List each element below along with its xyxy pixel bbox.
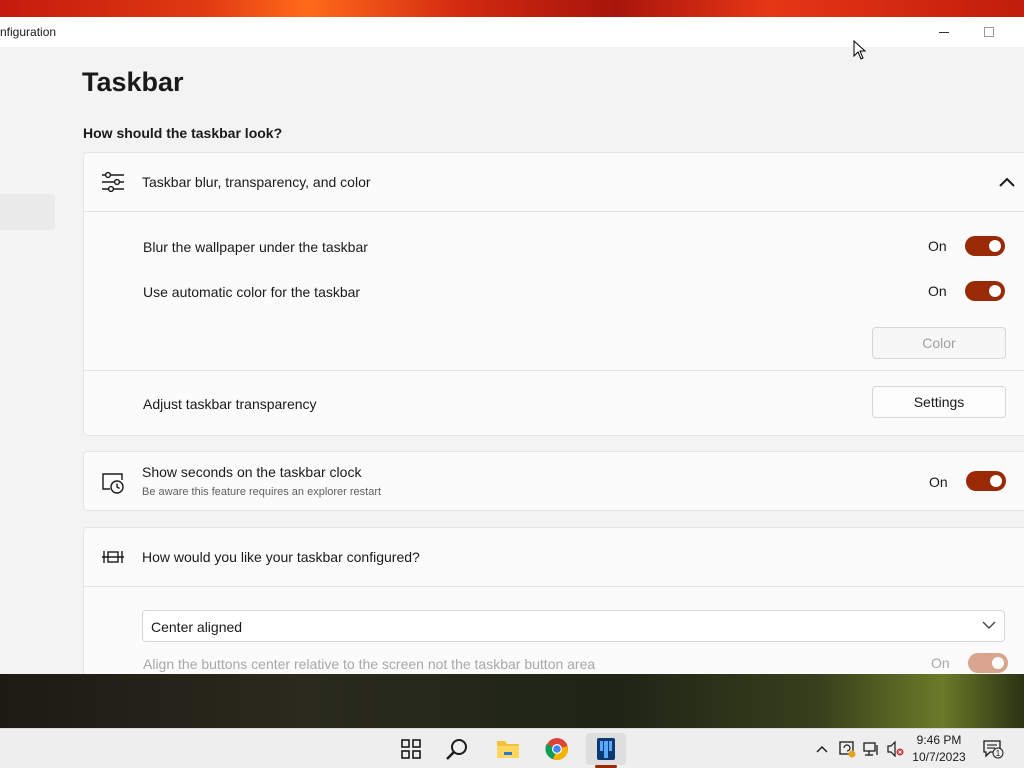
windows-taskbar: 9:46 PM 10/7/2023 1 [0,728,1024,768]
maximize-button[interactable] [966,17,1012,47]
alignment-dropdown-value: Center aligned [151,619,243,635]
chrome-icon [545,738,568,761]
file-explorer-button[interactable] [488,733,528,765]
seconds-sublabel: Be aware this feature requires an explor… [142,486,382,498]
notification-count: 1 [996,749,1001,758]
app-window: nfiguration Taskbar How should the taskb… [0,17,1024,674]
seconds-state: On [929,474,948,490]
auto-color-label: Use automatic color for the taskbar [143,284,361,300]
taskbar-clock[interactable]: 9:46 PM 10/7/2023 [905,732,973,766]
section-heading: How should the taskbar look? [83,125,283,141]
clock-date: 10/7/2023 [912,750,966,764]
desktop-wallpaper-top [0,0,1024,18]
show-hidden-icons-button[interactable] [812,729,832,768]
clock-time: 9:46 PM [916,733,962,747]
minimize-button[interactable] [921,17,967,47]
seconds-toggle[interactable] [966,471,1006,491]
alignment-dropdown[interactable]: Center aligned [142,610,1005,642]
auto-color-toggle[interactable] [965,281,1005,301]
transparency-settings-button[interactable]: Settings [872,386,1006,418]
auto-color-state: On [928,283,947,299]
file-explorer-icon [497,741,519,758]
mouse-cursor-icon [853,40,867,60]
seconds-clock-card: Show seconds on the taskbar clock Be awa… [83,451,1024,511]
active-app-button[interactable] [586,733,626,765]
minimize-icon [939,31,949,33]
taskbar-layout-icon [102,551,124,563]
blur-wallpaper-state: On [928,238,947,254]
tray-volume-button[interactable] [884,729,906,768]
desktop-wallpaper-bottom [0,674,1024,728]
tray-update-button[interactable] [836,729,858,768]
blur-wallpaper-label: Blur the wallpaper under the taskbar [143,239,368,255]
page-title: Taskbar [82,67,184,97]
align-center-state: On [931,655,950,671]
card-divider [84,370,1024,371]
network-icon [863,742,878,756]
clock-monitor-icon [102,473,124,494]
volume-muted-icon [887,741,904,757]
align-center-toggle[interactable] [968,653,1008,673]
maximize-icon [984,27,994,37]
chrome-button[interactable] [537,733,577,765]
config-card-title: How would you like your taskbar configur… [142,549,420,565]
start-icon [401,739,421,759]
align-center-label: Align the buttons center relative to the… [143,656,596,672]
start-button[interactable] [391,733,431,765]
sliders-icon [102,171,124,193]
config-card-header[interactable]: How would you like your taskbar configur… [84,528,1024,587]
chevron-up-icon [816,746,828,753]
chevron-down-icon [982,621,996,629]
search-button[interactable] [437,733,477,765]
blur-card-header[interactable]: Taskbar blur, transparency, and color [84,153,1024,212]
search-icon [446,739,467,760]
app-icon [597,738,615,760]
color-button[interactable]: Color [872,327,1006,359]
title-bar: nfiguration [0,17,1024,47]
tray-network-button[interactable] [860,729,882,768]
seconds-label: Show seconds on the taskbar clock [142,464,362,480]
chevron-up-icon[interactable] [999,177,1015,187]
notification-icon: 1 [983,740,1004,759]
sidebar-selected-item[interactable] [0,194,55,230]
transparency-label: Adjust taskbar transparency [143,396,317,412]
window-title: nfiguration [0,25,57,39]
blur-wallpaper-toggle[interactable] [965,236,1005,256]
blur-transparency-card: Taskbar blur, transparency, and color Bl… [83,152,1024,436]
taskbar-config-card: How would you like your taskbar configur… [83,527,1024,674]
blur-card-title: Taskbar blur, transparency, and color [142,174,371,190]
update-icon [839,741,856,758]
notification-center-button[interactable]: 1 [980,729,1006,768]
